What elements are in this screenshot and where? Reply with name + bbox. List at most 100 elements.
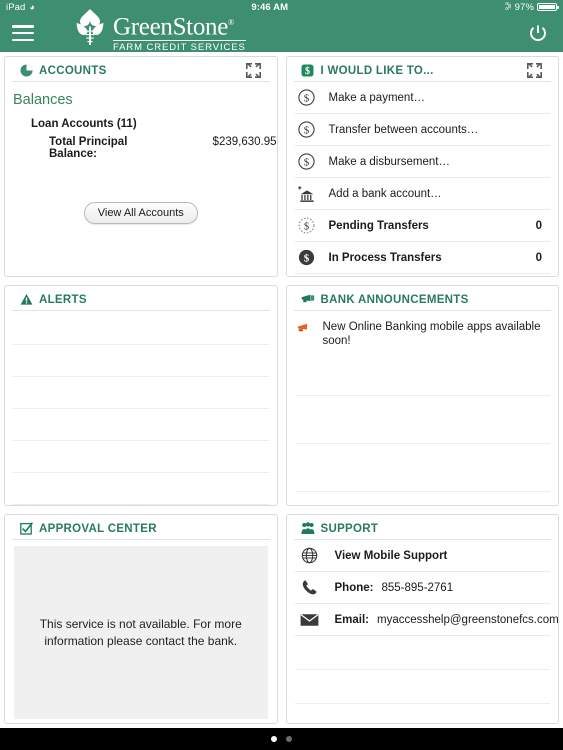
list-item-count: 0 [535, 251, 542, 264]
panel-support-body: View Mobile Support Phone: 855-895-2761 [287, 540, 558, 723]
alerts-empty-row [13, 409, 269, 441]
list-item-label: Add a bank account… [328, 187, 442, 200]
bank-plus-icon [297, 184, 317, 204]
megaphone-orange-icon [297, 322, 313, 338]
support-row-value: 855-895-2761 [381, 581, 454, 594]
list-item-label: In Process Transfers [328, 251, 442, 264]
device-name-label: iPad [6, 1, 26, 13]
dollar-rounded-square-icon: $ [301, 64, 315, 78]
dashboard-grid: ACCOUNTS Balances Loan Accounts (11) Tot… [0, 52, 563, 728]
alerts-empty-row [13, 377, 269, 409]
globe-icon [299, 547, 321, 565]
panel-announcements-header: BANK ANNOUNCEMENTS [293, 289, 551, 311]
alerts-list [5, 311, 277, 505]
alerts-empty-row [13, 311, 269, 345]
panel-accounts-title: ACCOUNTS [39, 64, 107, 77]
support-row-label: View Mobile Support [334, 549, 448, 562]
iwlt-list: $ Make a payment… $ Transfer between acc… [287, 82, 559, 274]
panel-alerts: ALERTS [4, 285, 278, 506]
greenstone-leaf-logo-icon [76, 9, 104, 45]
refresh-icon[interactable] [525, 20, 551, 46]
alerts-empty-row [13, 441, 269, 473]
status-bar-right: ꓂ 97% [504, 1, 559, 13]
page-dot-2[interactable] [286, 736, 292, 742]
envelope-icon [299, 611, 321, 629]
alerts-empty-row [13, 473, 269, 505]
warning-triangle-icon [19, 293, 33, 307]
bluetooth-icon: ꓂ [504, 1, 512, 12]
dollar-circle-dashed-icon: $ [297, 216, 317, 236]
alerts-empty-row [13, 345, 269, 377]
list-item-label: Make a payment… [328, 91, 426, 104]
approval-unavailable-message: This service is not available. For more … [39, 616, 242, 648]
support-row-value: myaccesshelp@greenstonefcs.com [377, 613, 558, 626]
panel-accounts-header: ACCOUNTS [12, 60, 270, 82]
list-item[interactable]: $ Pending Transfers 0 [294, 210, 550, 242]
total-principal-balance-row: Total Principal Balance: $239,630.95 [5, 130, 277, 160]
support-list: View Mobile Support Phone: 855-895-2761 [287, 540, 558, 704]
list-item-label: Make a disbursement… [328, 155, 450, 168]
list-item[interactable]: $ Make a payment… [294, 82, 550, 114]
panel-alerts-title: ALERTS [39, 293, 87, 306]
phone-icon [299, 579, 321, 597]
support-row-label: Email: [334, 613, 370, 626]
brand-wordmark: GreenStone® FARM CREDIT SERVICES [113, 5, 246, 56]
app-root: iPad ◕ 9:46 AM ꓂ 97% GreenStone® FARM CR… [0, 0, 563, 750]
svg-text:$: $ [304, 252, 310, 264]
svg-text:$: $ [304, 92, 310, 104]
support-row-phone[interactable]: Phone: 855-895-2761 [294, 572, 550, 604]
list-item-label: Transfer between accounts… [328, 123, 479, 136]
panel-bank-announcements: BANK ANNOUNCEMENTS New Online Banking mo… [285, 285, 559, 506]
expand-fullscreen-icon[interactable] [526, 62, 543, 79]
checkbox-checked-icon [19, 522, 33, 536]
support-empty-row [294, 670, 550, 704]
dollar-circle-outline-icon: $ [297, 152, 317, 172]
loan-accounts-label: Loan Accounts (11) [31, 118, 137, 130]
panel-alerts-header: ALERTS [12, 289, 270, 311]
panel-support: SUPPORT View Mobile Support Phone: 855-8… [285, 514, 559, 724]
registered-mark: ® [228, 18, 234, 27]
dollar-circle-filled-icon: $ [297, 248, 317, 268]
panel-iwlt-body: $ Make a payment… $ Transfer between acc… [287, 82, 559, 276]
list-item[interactable]: $ Transfer between accounts… [294, 114, 550, 146]
status-bar-left: iPad ◕ [6, 2, 35, 13]
brand-tagline-label: FARM CREDIT SERVICES [113, 40, 246, 56]
announcements-empty-row [294, 358, 550, 396]
total-principal-balance-label: Total Principal Balance: [49, 136, 128, 160]
hamburger-menu-icon[interactable] [12, 25, 34, 41]
brand-logo[interactable]: GreenStone® FARM CREDIT SERVICES [68, 5, 246, 56]
panel-i-would-like-to: $ I WOULD LIKE TO... $ Make a payment… $… [285, 56, 559, 277]
view-all-accounts-wrap: View All Accounts [5, 202, 277, 224]
support-row-label: Phone: [334, 581, 374, 594]
panel-announcements-body: New Online Banking mobile apps available… [287, 311, 559, 505]
dollar-circle-outline-icon: $ [297, 120, 317, 140]
page-indicator-bar [0, 728, 563, 750]
expand-fullscreen-icon[interactable] [245, 62, 262, 79]
svg-text:$: $ [304, 124, 310, 136]
panel-approval-center: APPROVAL CENTER This service is not avai… [4, 514, 278, 724]
view-all-accounts-button[interactable]: View All Accounts [83, 202, 198, 224]
panel-accounts: ACCOUNTS Balances Loan Accounts (11) Tot… [4, 56, 278, 277]
list-item-label: Pending Transfers [328, 219, 429, 232]
list-item[interactable]: Add a bank account… [294, 178, 550, 210]
list-item[interactable]: $ Make a disbursement… [294, 146, 550, 178]
announcement-text: New Online Banking mobile apps available… [322, 321, 541, 347]
svg-text:$: $ [304, 221, 309, 232]
support-row-email[interactable]: Email: myaccesshelp@greenstonefcs.com [294, 604, 558, 636]
battery-icon [537, 3, 559, 11]
dollar-circle-outline-icon: $ [297, 88, 317, 108]
brand-name-label: GreenStone® [113, 13, 234, 41]
support-people-icon [300, 522, 315, 536]
announcements-filler [287, 348, 559, 492]
pie-chart-icon [19, 64, 33, 78]
panel-announcements-title: BANK ANNOUNCEMENTS [320, 293, 469, 306]
announcements-empty-row [294, 444, 550, 492]
announcement-item[interactable]: New Online Banking mobile apps available… [287, 311, 559, 348]
page-dot-1[interactable] [271, 736, 277, 742]
panel-approval-header: APPROVAL CENTER [12, 518, 270, 540]
list-item[interactable]: $ In Process Transfers 0 [294, 242, 550, 274]
support-row-mobile-support[interactable]: View Mobile Support [294, 540, 550, 572]
app-header: GreenStone® FARM CREDIT SERVICES [0, 9, 563, 56]
battery-percent-label: 97% [514, 1, 534, 13]
list-item-count: 0 [535, 219, 542, 232]
